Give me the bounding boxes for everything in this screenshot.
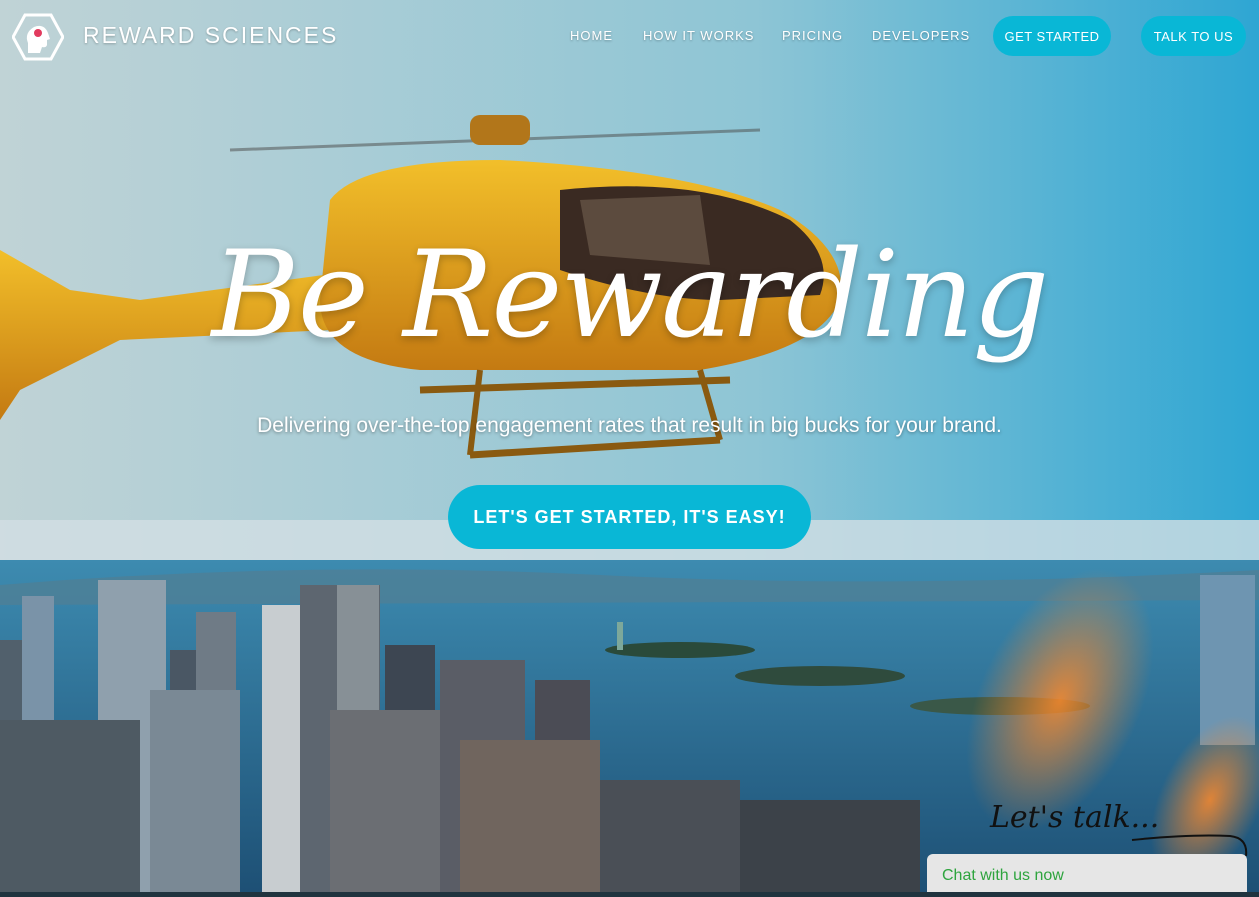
brand-logo-icon[interactable] <box>11 13 65 61</box>
nav-how-it-works[interactable]: HOW IT WORKS <box>643 28 754 43</box>
hero-section: REWARD SCIENCES HOME HOW IT WORKS PRICIN… <box>0 0 1259 897</box>
get-started-button[interactable]: GET STARTED <box>993 16 1111 56</box>
nav-developers[interactable]: DEVELOPERS <box>872 28 970 43</box>
nav-pricing[interactable]: PRICING <box>782 28 843 43</box>
hero-cta-button[interactable]: LET'S GET STARTED, IT'S EASY! <box>448 485 811 549</box>
hero-headline: Be Rewarding <box>211 226 1050 365</box>
talk-to-us-button[interactable]: TALK TO US <box>1141 16 1246 56</box>
brand-name[interactable]: REWARD SCIENCES <box>83 22 338 49</box>
bottom-edge <box>0 892 1259 897</box>
hero-subline: Delivering over-the-top engagement rates… <box>257 414 1002 437</box>
chat-with-us-button[interactable]: Chat with us now <box>927 854 1247 897</box>
nav-home[interactable]: HOME <box>570 28 613 43</box>
hero-background-image <box>0 0 1259 897</box>
